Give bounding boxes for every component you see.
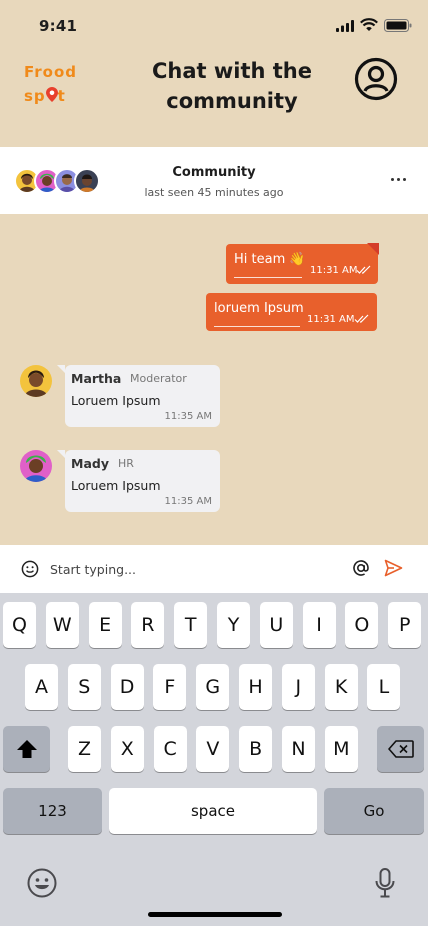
message-underline	[214, 326, 300, 327]
message-time: 11:35 AM	[164, 411, 212, 422]
key-t[interactable]: T	[174, 602, 208, 648]
backspace-icon	[387, 740, 414, 758]
avatar[interactable]	[20, 450, 52, 482]
key-s[interactable]: S	[67, 664, 101, 710]
wifi-icon	[360, 18, 378, 31]
last-seen-text: last seen 45 minutes ago	[144, 186, 284, 199]
location-pin-icon	[45, 85, 58, 102]
status-time: 9:41	[39, 17, 78, 35]
sender-role: HR	[118, 457, 134, 470]
key-y[interactable]: Y	[217, 602, 250, 648]
key-w[interactable]: W	[45, 602, 79, 648]
emoji-icon[interactable]	[21, 560, 39, 578]
logo-line1: Frood	[24, 63, 78, 81]
incoming-message[interactable]: Martha Moderator Loruem Ipsum 11:35 AM	[57, 365, 220, 427]
on-screen-keyboard: 123 space Go QWERTYUIOP ASDFGHJKL ZXCVBNM	[0, 593, 428, 926]
more-options-icon[interactable]	[384, 169, 412, 189]
message-text: Loruem Ipsum	[71, 393, 161, 408]
key-p[interactable]: P	[388, 602, 422, 648]
shift-icon	[16, 740, 37, 758]
signal-icon	[336, 20, 354, 32]
profile-icon[interactable]	[354, 57, 398, 101]
key-l[interactable]: L	[367, 664, 401, 710]
bubble-corner	[367, 243, 379, 255]
key-r[interactable]: R	[131, 602, 165, 648]
message-text: loruem Ipsum	[214, 301, 304, 316]
message-time: 11:31 AM	[307, 314, 355, 325]
key-b[interactable]: B	[239, 726, 273, 772]
double-check-icon	[354, 314, 369, 323]
message-time: 11:35 AM	[164, 496, 212, 507]
microphone-icon[interactable]	[374, 867, 396, 899]
shift-key[interactable]	[3, 726, 50, 772]
key-f[interactable]: F	[153, 664, 187, 710]
key-i[interactable]: I	[302, 602, 336, 648]
page-title: Chat with the community	[151, 59, 312, 113]
community-name: Community	[172, 165, 256, 180]
sender-role: Moderator	[130, 372, 187, 385]
key-o[interactable]: O	[345, 602, 379, 648]
logo-line2: sp t	[24, 84, 94, 108]
key-a[interactable]: A	[25, 664, 58, 710]
go-key[interactable]: Go	[324, 788, 424, 834]
send-icon[interactable]	[384, 559, 403, 577]
message-underline	[234, 277, 302, 278]
key-d[interactable]: D	[110, 664, 144, 710]
battery-icon	[384, 19, 412, 32]
sender-name: Mady	[71, 456, 109, 471]
key-u[interactable]: U	[259, 602, 293, 648]
key-v[interactable]: V	[196, 726, 230, 772]
sender-name: Martha	[71, 371, 122, 386]
key-e[interactable]: E	[88, 602, 122, 648]
bubble-tail	[57, 450, 65, 458]
outgoing-message[interactable]: loruem Ipsum 11:31 AM	[206, 293, 377, 331]
home-indicator	[148, 912, 282, 917]
key-k[interactable]: K	[324, 664, 358, 710]
space-key[interactable]: space	[109, 788, 317, 834]
key-c[interactable]: C	[153, 726, 187, 772]
key-h[interactable]: H	[239, 664, 272, 710]
message-composer	[0, 545, 428, 593]
outgoing-message[interactable]: Hi team 👋 11:31 AM	[226, 243, 379, 284]
message-time: 11:31 AM	[310, 265, 358, 276]
key-g[interactable]: G	[196, 664, 230, 710]
bubble-tail	[57, 365, 65, 373]
numbers-key[interactable]: 123	[3, 788, 102, 834]
double-check-icon	[356, 265, 371, 274]
key-n[interactable]: N	[282, 726, 315, 772]
community-header[interactable]: Community last seen 45 minutes ago	[0, 147, 428, 214]
key-q[interactable]: Q	[3, 602, 36, 648]
keyboard-emoji-icon[interactable]	[26, 867, 58, 899]
backspace-key[interactable]	[377, 726, 424, 772]
logo-line2-end: t	[57, 87, 66, 105]
avatar[interactable]	[20, 365, 52, 397]
status-bar: 9:41	[0, 0, 428, 52]
key-z[interactable]: Z	[68, 726, 101, 772]
logo-line2-start: sp	[24, 87, 46, 105]
mention-icon[interactable]	[352, 559, 370, 577]
key-m[interactable]: M	[324, 726, 358, 772]
message-text: Loruem Ipsum	[71, 478, 161, 493]
key-x[interactable]: X	[110, 726, 144, 772]
key-j[interactable]: J	[281, 664, 315, 710]
app-logo[interactable]: Frood sp t	[24, 60, 94, 108]
message-input[interactable]	[50, 557, 330, 581]
incoming-message[interactable]: Mady HR Loruem Ipsum 11:35 AM	[57, 450, 220, 512]
message-text: Hi team 👋	[234, 252, 306, 267]
